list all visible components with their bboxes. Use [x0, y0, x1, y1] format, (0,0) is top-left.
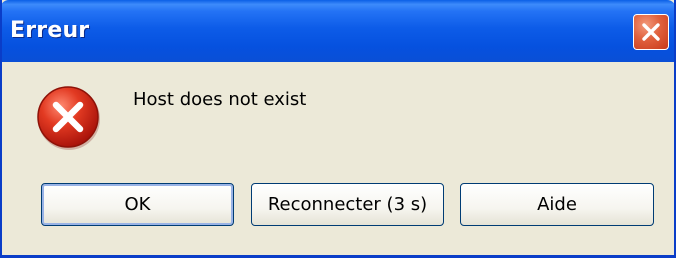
help-button[interactable]: Aide [460, 183, 654, 226]
close-button[interactable] [633, 14, 669, 50]
title-bar[interactable]: Erreur [2, 0, 674, 62]
ok-button[interactable]: OK [41, 183, 234, 226]
error-message: Host does not exist [133, 89, 307, 110]
reconnect-button[interactable]: Reconnecter (3 s) [251, 183, 444, 226]
error-dialog-window: Erreur Host does not exist OK Reconnecte… [0, 0, 676, 258]
error-icon [37, 86, 100, 150]
close-icon [642, 23, 660, 41]
window-title: Erreur [10, 18, 90, 43]
